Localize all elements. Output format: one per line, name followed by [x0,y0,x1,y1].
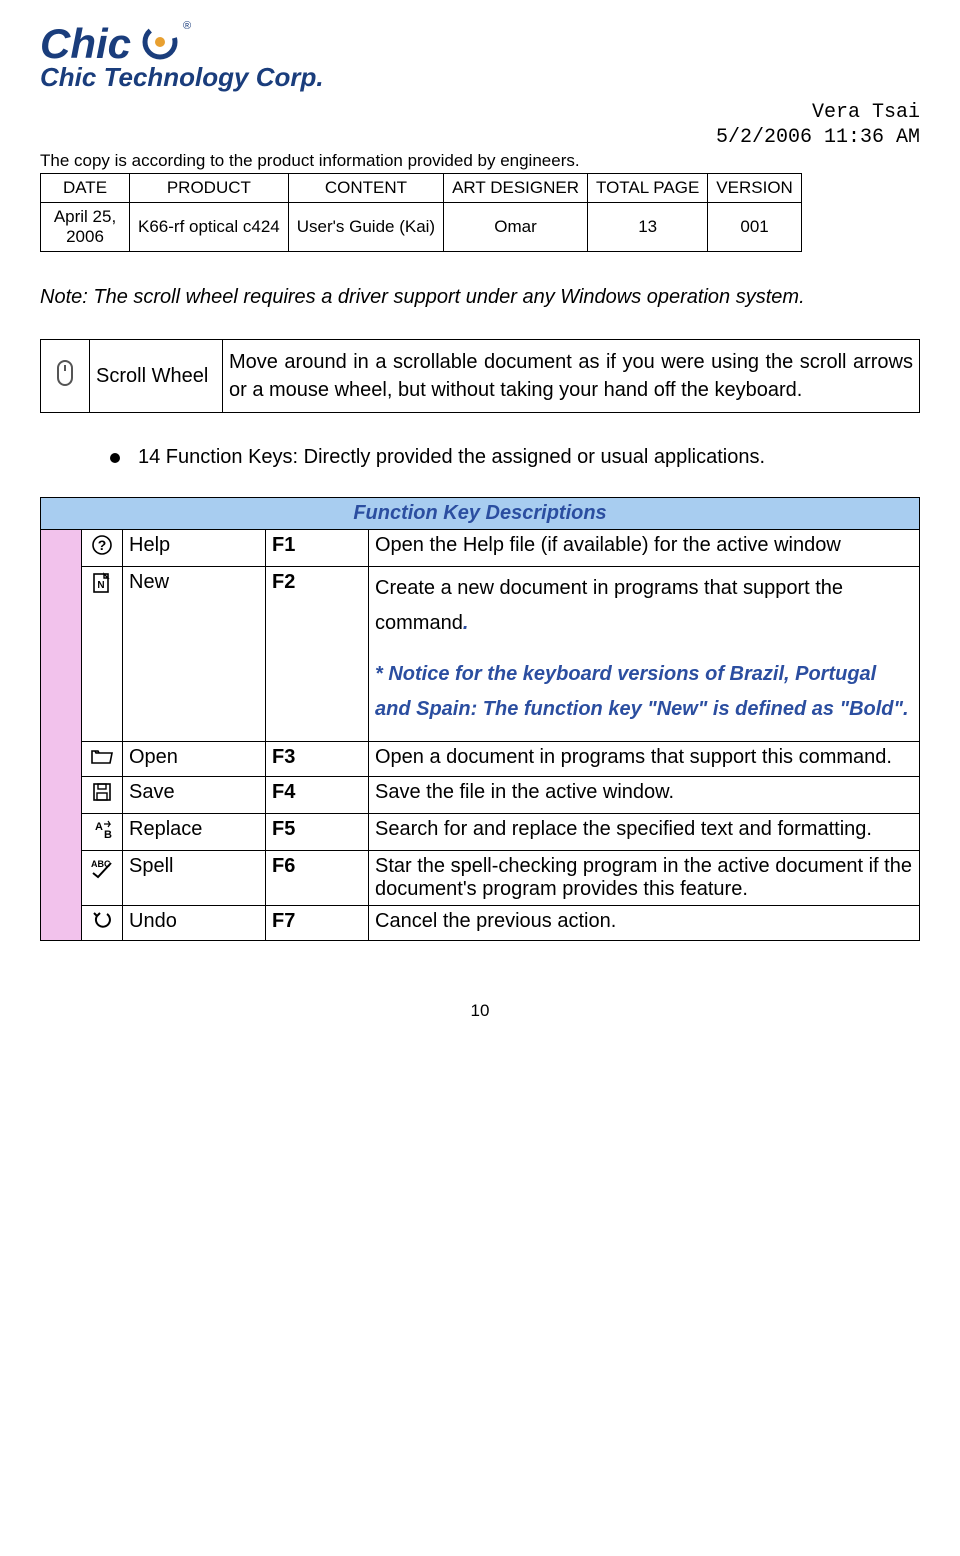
registered-mark: ® [183,20,191,32]
page-number: 10 [40,1001,920,1021]
info-table: DATE PRODUCT CONTENT ART DESIGNER TOTAL … [40,173,802,252]
row-name: Replace [123,814,266,851]
svg-text:A: A [95,821,103,833]
info-header-date: DATE [41,174,130,203]
bullet-icon [110,453,120,463]
row-desc: Open the Help file (if available) for th… [369,530,920,567]
info-date: April 25, 2006 [41,203,130,252]
function-key-table: Function Key Descriptions ? Help F1 Open… [40,497,920,941]
func-header: Function Key Descriptions [41,498,920,530]
row-name: Spell [123,851,266,906]
info-version: 001 [708,203,802,252]
new-icon: N [82,567,123,742]
row-key: F2 [266,567,369,742]
pink-sidebar [41,530,82,941]
help-icon: ? [82,530,123,567]
info-product: K66-rf optical c424 [130,203,289,252]
replace-icon: AB [82,814,123,851]
row-desc: Star the spell-checking program in the a… [369,851,920,906]
scroll-wheel-icon [56,370,74,392]
timestamp: 5/2/2006 11:36 AM [40,126,920,149]
save-icon [82,777,123,814]
info-header-version: VERSION [708,174,802,203]
row-desc: Cancel the previous action. [369,906,920,941]
row-desc: Open a document in programs that support… [369,742,920,777]
row-name: Save [123,777,266,814]
bullet-text: 14 Function Keys: Directly provided the … [138,446,765,468]
row-desc: Search for and replace the specified tex… [369,814,920,851]
row-name: Open [123,742,266,777]
undo-icon [82,906,123,941]
logo-area: Chic ® Chic Technology Corp. [40,20,920,93]
copy-note: The copy is according to the product inf… [40,151,920,171]
logo-mark-icon [142,24,178,65]
row-desc: Create a new document in programs that s… [369,567,920,742]
row-key: F3 [266,742,369,777]
open-icon [82,742,123,777]
scroll-desc: Move around in a scrollable document as … [223,340,920,413]
row-key: F4 [266,777,369,814]
scroll-note: Note: The scroll wheel requires a driver… [40,280,920,315]
row-desc: Save the file in the active window. [369,777,920,814]
row-key: F1 [266,530,369,567]
svg-text:?: ? [98,537,107,553]
row-key: F7 [266,906,369,941]
info-header-product: PRODUCT [130,174,289,203]
spell-icon: ABC [82,851,123,906]
info-content: User's Guide (Kai) [288,203,443,252]
info-header-designer: ART DESIGNER [444,174,588,203]
svg-text:B: B [104,829,112,840]
author-name: Vera Tsai [40,101,920,124]
info-totalpage: 13 [588,203,708,252]
logo-subtitle: Chic Technology Corp. [40,62,920,93]
svg-text:N: N [97,580,104,591]
info-designer: Omar [444,203,588,252]
row-name: Undo [123,906,266,941]
row-key: F5 [266,814,369,851]
row-name: Help [123,530,266,567]
info-header-content: CONTENT [288,174,443,203]
row-key: F6 [266,851,369,906]
new-dot: . [463,612,469,634]
new-desc-text: Create a new document in programs that s… [375,577,843,634]
logo-text: Chic [40,20,131,68]
new-extra-note: * Notice for the keyboard versions of Br… [375,657,913,727]
scroll-label: Scroll Wheel [90,340,223,413]
info-header-totalpage: TOTAL PAGE [588,174,708,203]
bullet-line: 14 Function Keys: Directly provided the … [110,439,920,475]
scroll-icon-cell [41,340,90,413]
scroll-table: Scroll Wheel Move around in a scrollable… [40,339,920,413]
row-name: New [123,567,266,742]
